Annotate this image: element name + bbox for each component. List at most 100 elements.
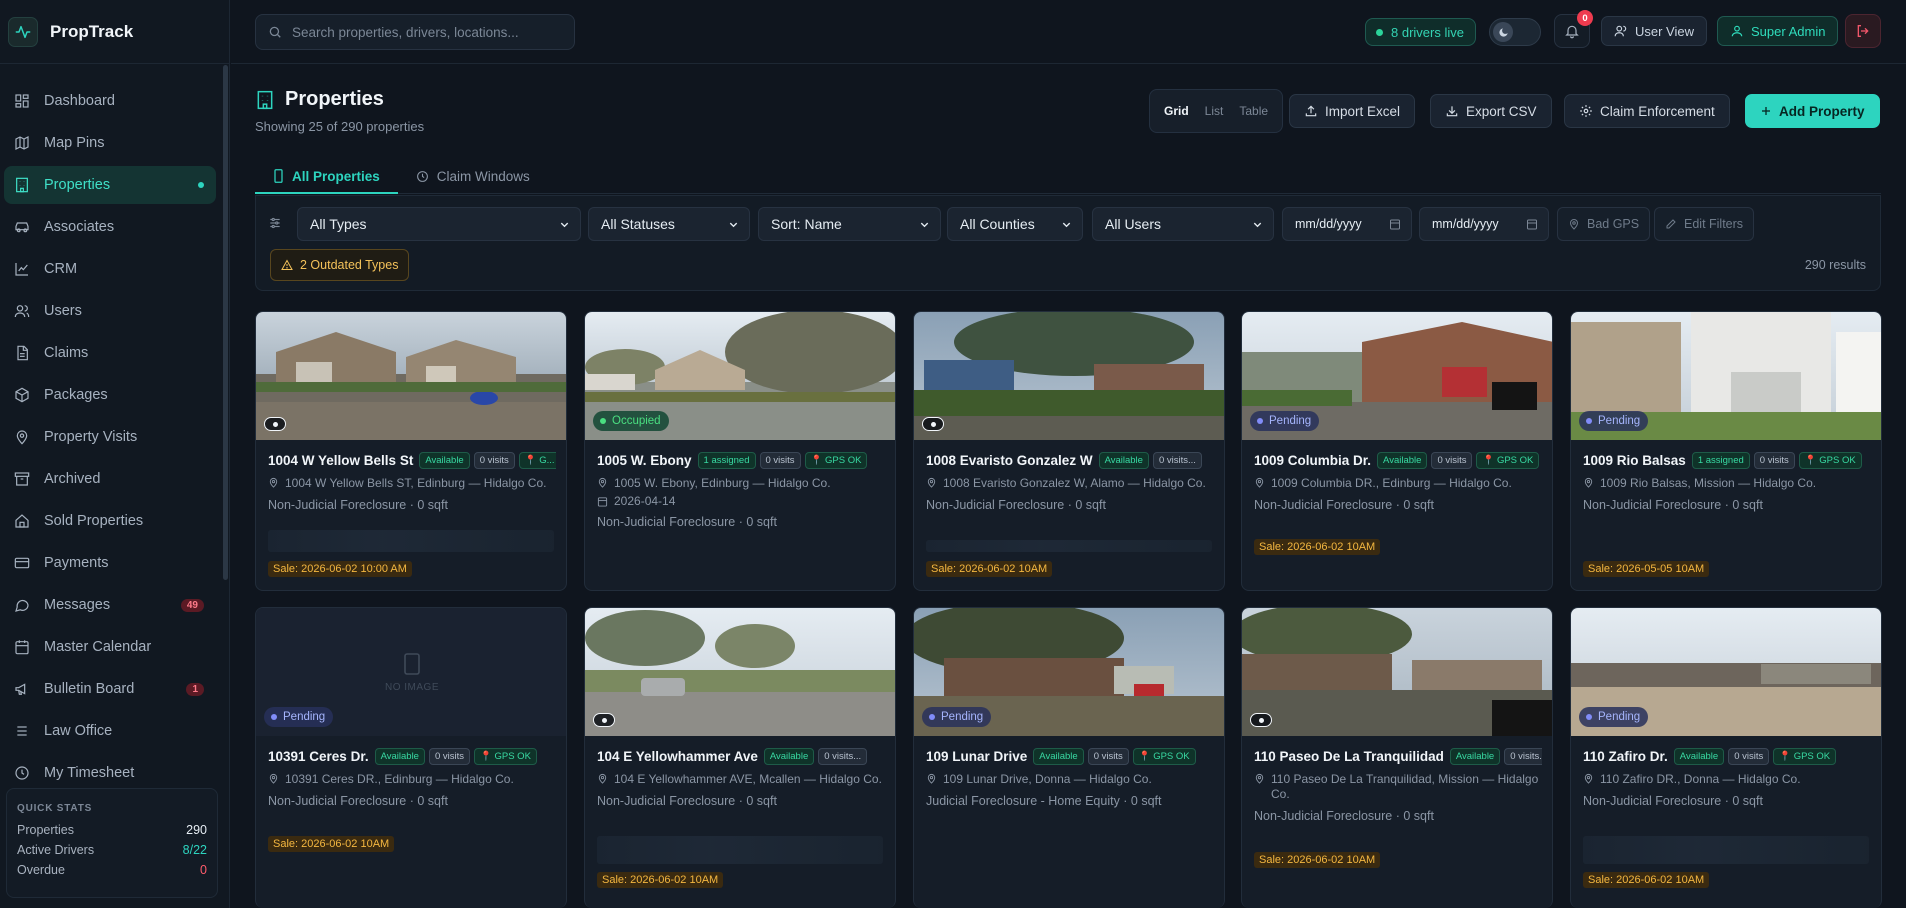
brand[interactable]: PropTrack (0, 0, 229, 64)
sidebar-item-label: Law Office (44, 723, 113, 739)
export-csv-button[interactable]: Export CSV (1430, 94, 1552, 128)
sale-date-badge: Sale: 2026-06-02 10AM (597, 872, 724, 888)
tab-claim-windows[interactable]: Claim Windows (398, 160, 548, 193)
sidebar-item-label: Map Pins (44, 135, 105, 151)
status-tag: Available (374, 747, 425, 765)
image-icon (403, 652, 421, 676)
chevron-down-icon (1061, 219, 1072, 230)
gps-tag: 📍 GPS OK (1476, 451, 1540, 469)
date-to-input[interactable]: mm/dd/yyyy (1419, 207, 1549, 241)
logout-button[interactable] (1845, 14, 1881, 48)
property-card[interactable]: 1008 Evaristo Gonzalez W Available 0 visit… (913, 311, 1225, 591)
chevron-down-icon (919, 219, 930, 230)
property-card[interactable]: Pending 110 Zafiro Dr. Available 0 visits 📍… (1570, 607, 1882, 908)
card-title: 110 Paseo De La Tranquilidad (1254, 748, 1444, 764)
assigned-tag: 1 assigned (1691, 451, 1750, 469)
eye-icon[interactable] (1250, 713, 1272, 727)
eye-icon[interactable] (922, 417, 944, 431)
status-tag: Available (1449, 747, 1501, 765)
sidebar-item-dashboard[interactable]: Dashboard (4, 82, 216, 120)
import-excel-button[interactable]: Import Excel (1289, 94, 1416, 128)
type-select[interactable]: All Types (297, 207, 581, 241)
sidebar-item-packages[interactable]: Packages (4, 376, 216, 414)
sidebar-item-label: CRM (44, 261, 78, 277)
status-tag: Available (1377, 451, 1428, 469)
property-card[interactable]: Occupied 1005 W. Ebony 1 assigned 0 visits… (584, 311, 896, 591)
notifications-button[interactable]: 0 (1554, 10, 1593, 48)
view-list-button[interactable]: List (1197, 104, 1232, 118)
sidebar-item-crm[interactable]: CRM (4, 250, 216, 288)
sidebar-item-map-pins[interactable]: Map Pins (4, 124, 216, 162)
sale-date-badge: Sale: 2026-06-02 10AM (926, 561, 1053, 577)
claim-enforcement-button[interactable]: Claim Enforcement (1564, 94, 1730, 128)
status-select[interactable]: All Statuses (588, 207, 750, 241)
sidebar-item-bulletin-board[interactable]: Bulletin Board 1 (4, 670, 216, 708)
sidebar-item-archived[interactable]: Archived (4, 460, 216, 498)
blurred-notes (926, 540, 1212, 552)
activity-icon (8, 16, 38, 47)
view-grid-button[interactable]: Grid (1156, 104, 1197, 118)
tab-all-properties[interactable]: All Properties (255, 160, 398, 194)
sidebar-item-master-calendar[interactable]: Master Calendar (4, 628, 216, 666)
super-admin-button[interactable]: Super Admin (1717, 16, 1839, 46)
property-card[interactable]: 110 Paseo De La Tranquilidad Available 0 v… (1241, 607, 1553, 908)
card-type: Non-Judicial Foreclosure · 0 sqft (1254, 809, 1434, 823)
sidebar-item-payments[interactable]: Payments (4, 544, 216, 582)
property-card[interactable]: 1004 W Yellow Bells St Available 0 visits 📍… (255, 311, 567, 591)
search-box[interactable] (255, 14, 575, 50)
card-address: 1004 W Yellow Bells ST, Edinburg — Hidal… (285, 476, 547, 490)
chart-icon (13, 260, 31, 278)
card-address: 1009 Columbia DR., Edinburg — Hidalgo Co… (1271, 476, 1512, 490)
sidebar-item-sold-properties[interactable]: Sold Properties (4, 502, 216, 540)
sidebar-scrollbar[interactable] (223, 65, 228, 580)
add-property-button[interactable]: Add Property (1745, 94, 1880, 128)
eye-icon[interactable] (593, 713, 615, 727)
sort-select[interactable]: Sort: Name (758, 207, 941, 241)
sidebar-item-property-visits[interactable]: Property Visits (4, 418, 216, 456)
pin-icon (268, 772, 279, 784)
theme-toggle[interactable] (1489, 18, 1541, 46)
card-type: Judicial Foreclosure - Home Equity · 0 s… (926, 794, 1162, 808)
view-table-button[interactable]: Table (1231, 104, 1276, 118)
blurred-notes (597, 836, 883, 864)
property-photo (1242, 608, 1552, 736)
stat-properties: Properties 290 (17, 823, 207, 837)
calendar-icon (597, 496, 608, 507)
date-from-input[interactable]: mm/dd/yyyy (1282, 207, 1412, 241)
pin-icon (926, 772, 937, 784)
file-icon (13, 344, 31, 362)
search-input[interactable] (292, 24, 562, 40)
car-icon (13, 218, 31, 236)
sidebar-item-associates[interactable]: Associates (4, 208, 216, 246)
user-select[interactable]: All Users (1092, 207, 1274, 241)
sidebar-item-claims[interactable]: Claims (4, 334, 216, 372)
pin-icon (1583, 476, 1594, 488)
county-select[interactable]: All Counties (947, 207, 1083, 241)
sidebar-item-messages[interactable]: Messages 49 (4, 586, 216, 624)
user-view-button[interactable]: User View (1601, 16, 1708, 46)
sidebar-item-my-timesheet[interactable]: My Timesheet (4, 754, 216, 792)
property-card[interactable]: 104 E Yellowhammer Ave Available 0 visits.… (584, 607, 896, 908)
property-card[interactable]: NO IMAGE Pending 10391 Ceres Dr. Availabl… (255, 607, 567, 908)
sidebar-item-law-office[interactable]: Law Office (4, 712, 216, 750)
property-card[interactable]: Pending 1009 Rio Balsas 1 assigned 0 visit… (1570, 311, 1882, 591)
pin-icon (926, 476, 937, 488)
quick-stats: QUICK STATS Properties 290 Active Drivers… (6, 788, 218, 898)
property-card[interactable]: Pending 1009 Columbia Dr. Available 0 visi… (1241, 311, 1553, 591)
sale-date-badge: Sale: 2026-06-02 10AM (1583, 872, 1710, 888)
outdated-types-button[interactable]: 2 Outdated Types (270, 249, 410, 281)
edit-filters-button[interactable]: Edit Filters (1654, 207, 1755, 241)
eye-icon[interactable] (264, 417, 286, 431)
pin-icon (1568, 218, 1580, 230)
sidebar-item-label: Users (44, 303, 82, 319)
card-address: 1005 W. Ebony, Edinburg — Hidalgo Co. (614, 476, 831, 490)
sidebar-item-properties[interactable]: Properties (4, 166, 216, 204)
sidebar-item-label: Packages (44, 387, 108, 403)
property-photo (914, 312, 1224, 440)
bad-gps-button[interactable]: Bad GPS (1557, 207, 1651, 241)
property-card[interactable]: Pending 109 Lunar Drive Available 0 visits… (913, 607, 1225, 908)
drivers-live-pill[interactable]: 8 drivers live (1365, 18, 1476, 46)
sidebar-item-label: My Timesheet (44, 765, 135, 781)
gps-tag: 📍 GPS OK (1773, 747, 1837, 765)
sidebar-item-users[interactable]: Users (4, 292, 216, 330)
